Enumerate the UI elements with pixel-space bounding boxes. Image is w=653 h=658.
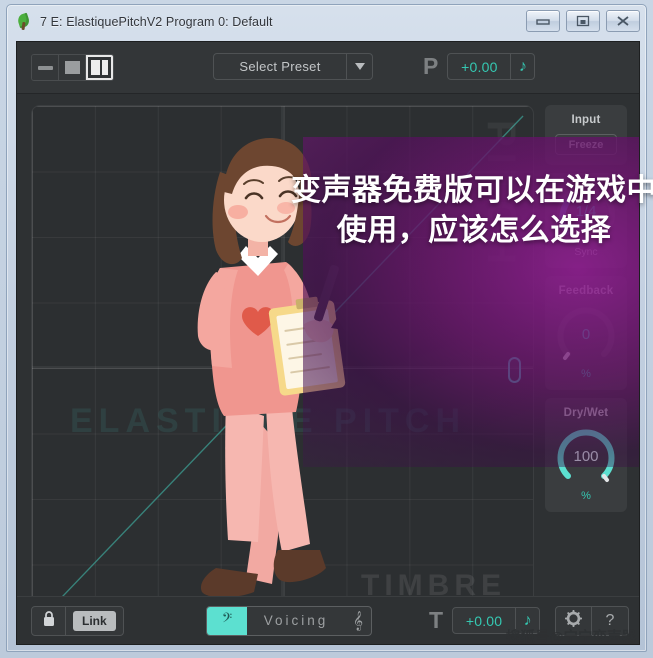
minimize-button[interactable] xyxy=(526,10,560,32)
drywet-title: Dry/Wet xyxy=(563,407,609,419)
restore-button[interactable] xyxy=(566,10,600,32)
plugin-window: 7 E: ElastiquePitchV2 Program 0: Default xyxy=(6,4,653,652)
plugin-body: Select Preset P +0.00 ♪ PITCH ELASTIQUE … xyxy=(16,41,640,645)
freeze-button[interactable]: Freeze xyxy=(555,134,617,155)
feedback-card: Feedback 0 % xyxy=(545,276,627,390)
pitch-value-field[interactable]: +0.00 ♪ xyxy=(447,53,536,80)
view-mode-compact[interactable] xyxy=(32,55,59,80)
feedback-knob[interactable]: 0 xyxy=(555,305,617,367)
drywet-card: Dry/Wet 100 % xyxy=(545,398,627,512)
chevron-down-icon[interactable] xyxy=(346,54,372,79)
preset-selector[interactable]: Select Preset xyxy=(213,53,373,80)
view-mode-full[interactable] xyxy=(86,55,113,80)
voicing-slider[interactable]: 𝄢 Voicing 𝄞 xyxy=(206,605,372,636)
close-button[interactable] xyxy=(606,10,640,32)
source-watermark: 搜狐号@宁宁变声器 xyxy=(505,630,636,646)
screenshot-root: 7 E: ElastiquePitchV2 Program 0: Default xyxy=(0,0,653,658)
promo-caption: 变声器免费版可以在游戏中使用，应该怎么选择 xyxy=(291,174,653,248)
pitch-control-group: P +0.00 ♪ xyxy=(423,53,536,80)
input-card: Input Freeze xyxy=(545,105,627,165)
link-button[interactable]: Link xyxy=(73,610,116,631)
treble-clef-icon: 𝄞 xyxy=(352,610,364,630)
feedback-title: Feedback xyxy=(558,285,614,297)
feedback-unit: % xyxy=(581,368,591,380)
input-title: Input xyxy=(571,114,601,126)
timbre-letter-label: T xyxy=(429,607,444,633)
timbre-slider-handle[interactable] xyxy=(508,357,521,383)
plant-icon xyxy=(15,12,33,31)
lock-icon xyxy=(42,610,56,632)
close-icon xyxy=(616,15,630,27)
view-mode-medium[interactable] xyxy=(59,55,86,80)
window-controls xyxy=(526,10,640,32)
voicing-label: Voicing xyxy=(263,613,329,628)
drywet-value: 100 xyxy=(573,448,599,465)
preset-label: Select Preset xyxy=(239,59,321,74)
pitch-note-icon[interactable]: ♪ xyxy=(510,54,534,79)
toolbar: Select Preset P +0.00 ♪ xyxy=(17,42,639,94)
pitch-value: +0.00 xyxy=(461,58,498,75)
feedback-value: 0 xyxy=(581,326,591,343)
window-title: 7 E: ElastiquePitchV2 Program 0: Default xyxy=(40,14,273,29)
minimize-icon xyxy=(536,16,550,26)
pitch-letter-label: P xyxy=(423,53,439,79)
lock-button[interactable] xyxy=(32,606,66,635)
drywet-unit: % xyxy=(581,490,591,502)
restore-icon xyxy=(576,15,590,27)
lock-link-group: Link xyxy=(31,605,124,636)
bass-clef-icon: 𝄢 xyxy=(221,611,233,629)
view-mode-group xyxy=(31,54,114,81)
drywet-knob[interactable]: 100 xyxy=(555,427,617,489)
titlebar: 7 E: ElastiquePitchV2 Program 0: Default xyxy=(7,5,646,38)
